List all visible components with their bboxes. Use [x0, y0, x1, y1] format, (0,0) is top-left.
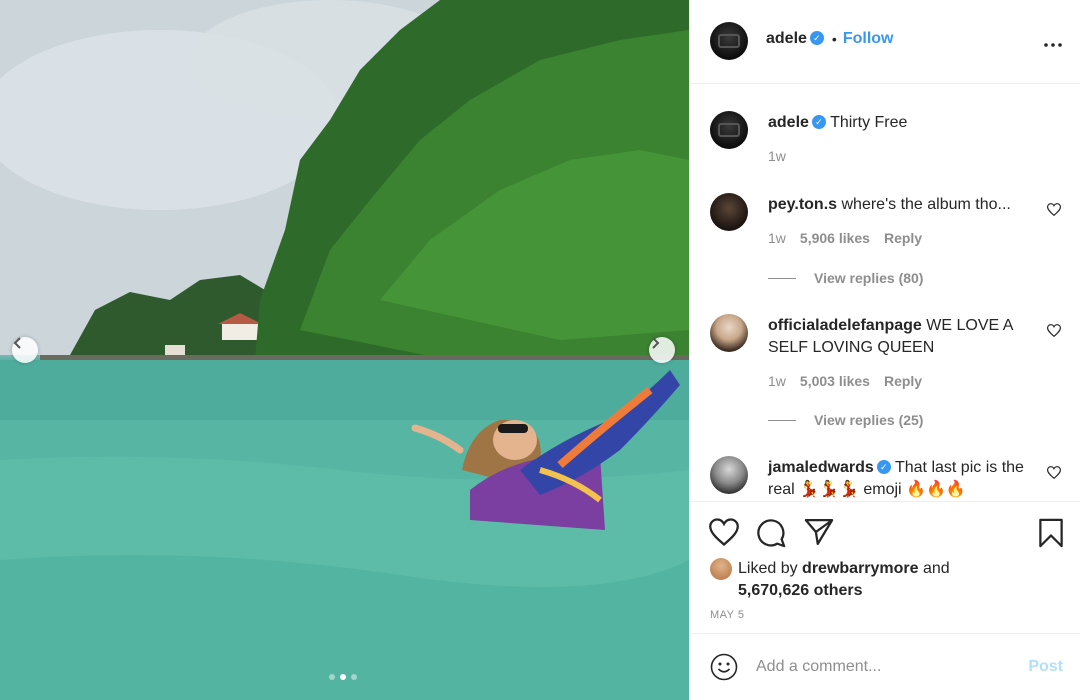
- like-heart-icon[interactable]: [709, 518, 739, 546]
- verified-badge-icon: ✓: [811, 114, 826, 129]
- reply-button[interactable]: Reply: [884, 373, 922, 389]
- liked-by-prefix: Liked by: [738, 560, 798, 577]
- liked-by-and: and: [923, 560, 950, 577]
- comment-input[interactable]: [756, 654, 1006, 680]
- comments-list[interactable]: adele ✓ Thirty Free 1w pey.ton.s where's …: [690, 85, 1080, 501]
- view-replies-label: View replies (25): [814, 412, 924, 428]
- liked-by-user[interactable]: drewbarrymore: [802, 560, 919, 577]
- author-username[interactable]: adele: [766, 30, 807, 48]
- commenter-avatar[interactable]: [710, 193, 748, 231]
- previous-slide-button[interactable]: [12, 337, 38, 363]
- header-separator: •: [831, 31, 837, 47]
- view-replies-button[interactable]: View replies (25): [768, 412, 923, 428]
- like-comment-heart-icon[interactable]: [1047, 324, 1061, 337]
- comment-time[interactable]: 1w: [768, 230, 786, 246]
- commenter-username[interactable]: jamaledwards: [768, 459, 874, 476]
- post-header: adele ✓ • Follow: [690, 0, 1080, 84]
- author-avatar[interactable]: [710, 111, 748, 149]
- view-replies-button[interactable]: View replies (80): [768, 270, 923, 286]
- like-comment-heart-icon[interactable]: [1047, 203, 1061, 216]
- emoji-smiley-icon[interactable]: [710, 653, 738, 681]
- photo-scene: [0, 0, 689, 700]
- post-side-panel: adele ✓ • Follow adele✓ Thirty Free 1w: [689, 0, 1080, 700]
- post-photo[interactable]: [0, 0, 689, 700]
- author-avatar[interactable]: [710, 22, 748, 60]
- commenter-username[interactable]: officialadelefanpage: [768, 317, 922, 334]
- commenter-avatar[interactable]: [710, 456, 748, 494]
- liked-by-others[interactable]: 5,670,626 others: [738, 582, 863, 599]
- follow-button[interactable]: Follow: [843, 30, 894, 48]
- post-comment-button[interactable]: Post: [1028, 658, 1063, 676]
- ellipsis-icon: [1044, 43, 1062, 47]
- carousel-dot: [329, 674, 335, 680]
- carousel-indicator: [329, 674, 357, 680]
- caption-username[interactable]: adele: [768, 114, 809, 131]
- like-comment-heart-icon[interactable]: [1047, 466, 1061, 479]
- comment-likes[interactable]: 5,003 likes: [800, 373, 870, 389]
- post-actions: Liked by drewbarrymore and 5,670,626 oth…: [690, 501, 1080, 634]
- chevron-right-icon: [652, 337, 660, 349]
- verified-badge-icon: ✓: [876, 459, 891, 474]
- add-comment-bar: Post: [690, 634, 1080, 700]
- carousel-dot-active: [340, 674, 346, 680]
- reply-button[interactable]: Reply: [884, 230, 922, 246]
- next-slide-button[interactable]: [649, 337, 675, 363]
- likes-summary[interactable]: Liked by drewbarrymore and 5,670,626 oth…: [710, 558, 998, 602]
- commenter-username[interactable]: pey.ton.s: [768, 196, 837, 213]
- share-plane-icon[interactable]: [804, 518, 834, 546]
- commenter-avatar[interactable]: [710, 314, 748, 352]
- replies-divider: [768, 419, 796, 421]
- verified-badge-icon: ✓: [809, 31, 824, 45]
- comment-time[interactable]: 1w: [768, 373, 786, 389]
- carousel-dot: [351, 674, 357, 680]
- comment-likes[interactable]: 5,906 likes: [800, 230, 870, 246]
- post-date[interactable]: MAY 5: [710, 609, 745, 621]
- chevron-left-icon: [13, 337, 21, 349]
- save-bookmark-icon[interactable]: [1038, 518, 1064, 548]
- replies-divider: [768, 277, 796, 279]
- more-options-button[interactable]: [1044, 30, 1062, 53]
- liker-avatar[interactable]: [710, 558, 732, 580]
- view-replies-label: View replies (80): [814, 270, 924, 286]
- caption-text: Thirty Free: [830, 114, 908, 131]
- comment-text: where's the album tho...: [841, 196, 1011, 213]
- comment-bubble-icon[interactable]: [756, 518, 786, 548]
- caption-time[interactable]: 1w: [768, 148, 786, 164]
